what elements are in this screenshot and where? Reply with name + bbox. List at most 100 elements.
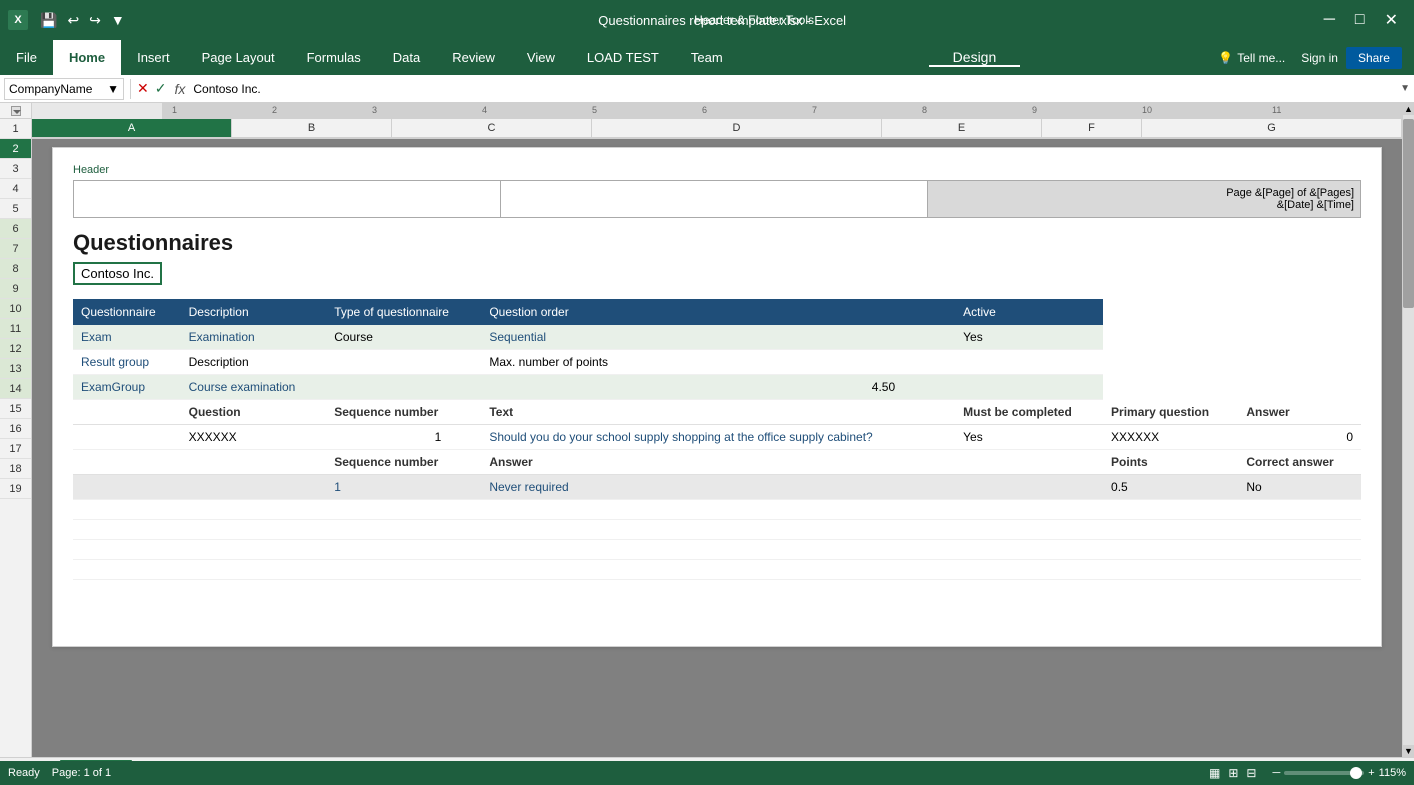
row-14[interactable]: 14 [0,379,31,399]
vertical-scrollbar[interactable]: ▲ ▼ [1402,103,1414,757]
ans-correct-header: Correct answer [1246,455,1333,469]
row-18[interactable]: 18 [0,459,31,479]
formula-input[interactable] [193,82,1400,96]
zoom-in-button[interactable]: + [1368,767,1374,779]
share-button[interactable]: Share [1346,47,1402,69]
zoom-level[interactable]: 115% [1379,767,1406,779]
normal-view-icon[interactable]: ▦ [1209,766,1220,780]
seqnum-col-label: Sequence number [334,405,438,419]
tab-view[interactable]: View [511,40,571,75]
header-box-left[interactable] [74,181,501,217]
data-table: Questionnaire Description Type of questi… [73,299,1361,580]
scroll-up-button[interactable]: ▲ [1403,103,1414,115]
row-17[interactable]: 17 [0,439,31,459]
row-7[interactable]: 7 [0,239,31,259]
page-area: Header Page &[Page] of &[Pages] &[Date] … [52,147,1382,647]
company-name-cell[interactable]: Contoso Inc. [73,262,162,285]
zoom-slider[interactable] [1284,771,1364,775]
hf-tools-label: Header & Footer Tools [694,13,814,27]
col-f[interactable]: F [1042,119,1142,137]
col-c[interactable]: C [392,119,592,137]
col-a[interactable]: A [32,119,232,137]
header-boxes: Page &[Page] of &[Pages] &[Date] &[Time] [73,180,1361,218]
row-12[interactable]: 12 [0,339,31,359]
tab-design[interactable]: Design [929,49,1021,67]
redo-button[interactable]: ↪ [85,10,105,31]
description-label: Description [189,355,249,369]
row-9[interactable]: 9 [0,279,31,299]
question-seqnum: 1 [435,430,442,444]
answer-col-label: Answer [1246,405,1289,419]
confirm-formula-icon[interactable]: ✓ [155,80,167,97]
tab-team[interactable]: Team [675,40,739,75]
zoom-out-button[interactable]: ─ [1272,767,1280,779]
row-15[interactable]: 15 [0,399,31,419]
sign-in-button[interactable]: Sign in [1301,51,1338,65]
tab-insert[interactable]: Insert [121,40,186,75]
tell-me-button[interactable]: 💡 Tell me... [1210,47,1293,69]
col-b[interactable]: B [232,119,392,137]
empty-row-15 [73,500,1361,520]
customize-button[interactable]: ▼ [107,10,129,30]
sheet-content[interactable]: Header Page &[Page] of &[Pages] &[Date] … [32,139,1402,757]
tab-home[interactable]: Home [53,40,121,75]
result-group-row: Result group Description Max. number of … [73,350,1361,375]
tab-review[interactable]: Review [436,40,511,75]
row-4[interactable]: 4 [0,179,31,199]
row-8[interactable]: 8 [0,259,31,279]
scroll-down-button[interactable]: ▼ [1403,745,1414,757]
name-box-dropdown-icon[interactable]: ▼ [107,82,119,96]
primary-q-label: Primary question [1111,405,1209,419]
ans-answer-header: Answer [489,455,532,469]
row-16[interactable]: 16 [0,419,31,439]
minimize-button[interactable]: ─ [1316,9,1343,31]
table-header-row: Questionnaire Description Type of questi… [73,299,1361,325]
exam-group-row: ExamGroup Course examination 4.50 [73,375,1361,400]
maximize-button[interactable]: □ [1347,9,1373,31]
row-6[interactable]: 6 [0,219,31,239]
ribbon-tabs: File Home Insert Page Layout Formulas Da… [0,40,1414,75]
col-e[interactable]: E [882,119,1042,137]
header-box-center[interactable] [501,181,928,217]
primary-q-val: XXXXXX [1111,430,1159,444]
tab-data[interactable]: Data [377,40,436,75]
header-box-right[interactable]: Page &[Page] of &[Pages] &[Date] &[Time] [928,181,1360,217]
ans-points-val: 0.5 [1111,480,1128,494]
row-13[interactable]: 13 [0,359,31,379]
tab-file[interactable]: File [0,40,53,75]
course-exam-label: Course examination [189,380,296,394]
col-d[interactable]: D [592,119,882,137]
zoom-thumb[interactable] [1350,767,1362,779]
answer-data-row: 1 Never required 0.5 No [73,475,1361,500]
col-questionnaire: Questionnaire [73,299,181,325]
row-11[interactable]: 11 [0,319,31,339]
expand-formula-icon[interactable]: ▼ [1400,83,1410,94]
column-headers: A B C D E F G [32,119,1402,139]
empty-row-18 [73,560,1361,580]
page-layout-view-icon[interactable]: ⊞ [1228,766,1238,780]
row-2[interactable]: 2 [0,139,31,159]
row-10[interactable]: 10 [0,299,31,319]
row-3[interactable]: 3 [0,159,31,179]
yes-label: Yes [963,330,983,344]
tab-page-layout[interactable]: Page Layout [186,40,291,75]
row-1[interactable]: 1 [0,119,31,139]
name-box[interactable]: CompanyName ▼ [4,78,124,100]
undo-button[interactable]: ↩ [63,10,83,31]
col-g[interactable]: G [1142,119,1402,137]
close-button[interactable]: ✕ [1377,8,1406,32]
header-label: Header [73,164,1361,176]
must-complete-val: Yes [963,430,983,444]
select-all-button[interactable] [11,106,21,116]
row-19[interactable]: 19 [0,479,31,499]
save-button[interactable]: 💾 [36,10,61,31]
col-active: Active [955,299,1103,325]
row-5[interactable]: 5 [0,199,31,219]
tab-formulas[interactable]: Formulas [291,40,377,75]
lightbulb-icon: 💡 [1218,51,1233,65]
page-formula: Page &[Page] of &[Pages] [1226,187,1354,199]
scroll-thumb[interactable] [1403,119,1414,308]
page-break-view-icon[interactable]: ⊟ [1246,766,1256,780]
cancel-formula-icon[interactable]: ✕ [137,80,149,97]
tab-load-test[interactable]: LOAD TEST [571,40,675,75]
